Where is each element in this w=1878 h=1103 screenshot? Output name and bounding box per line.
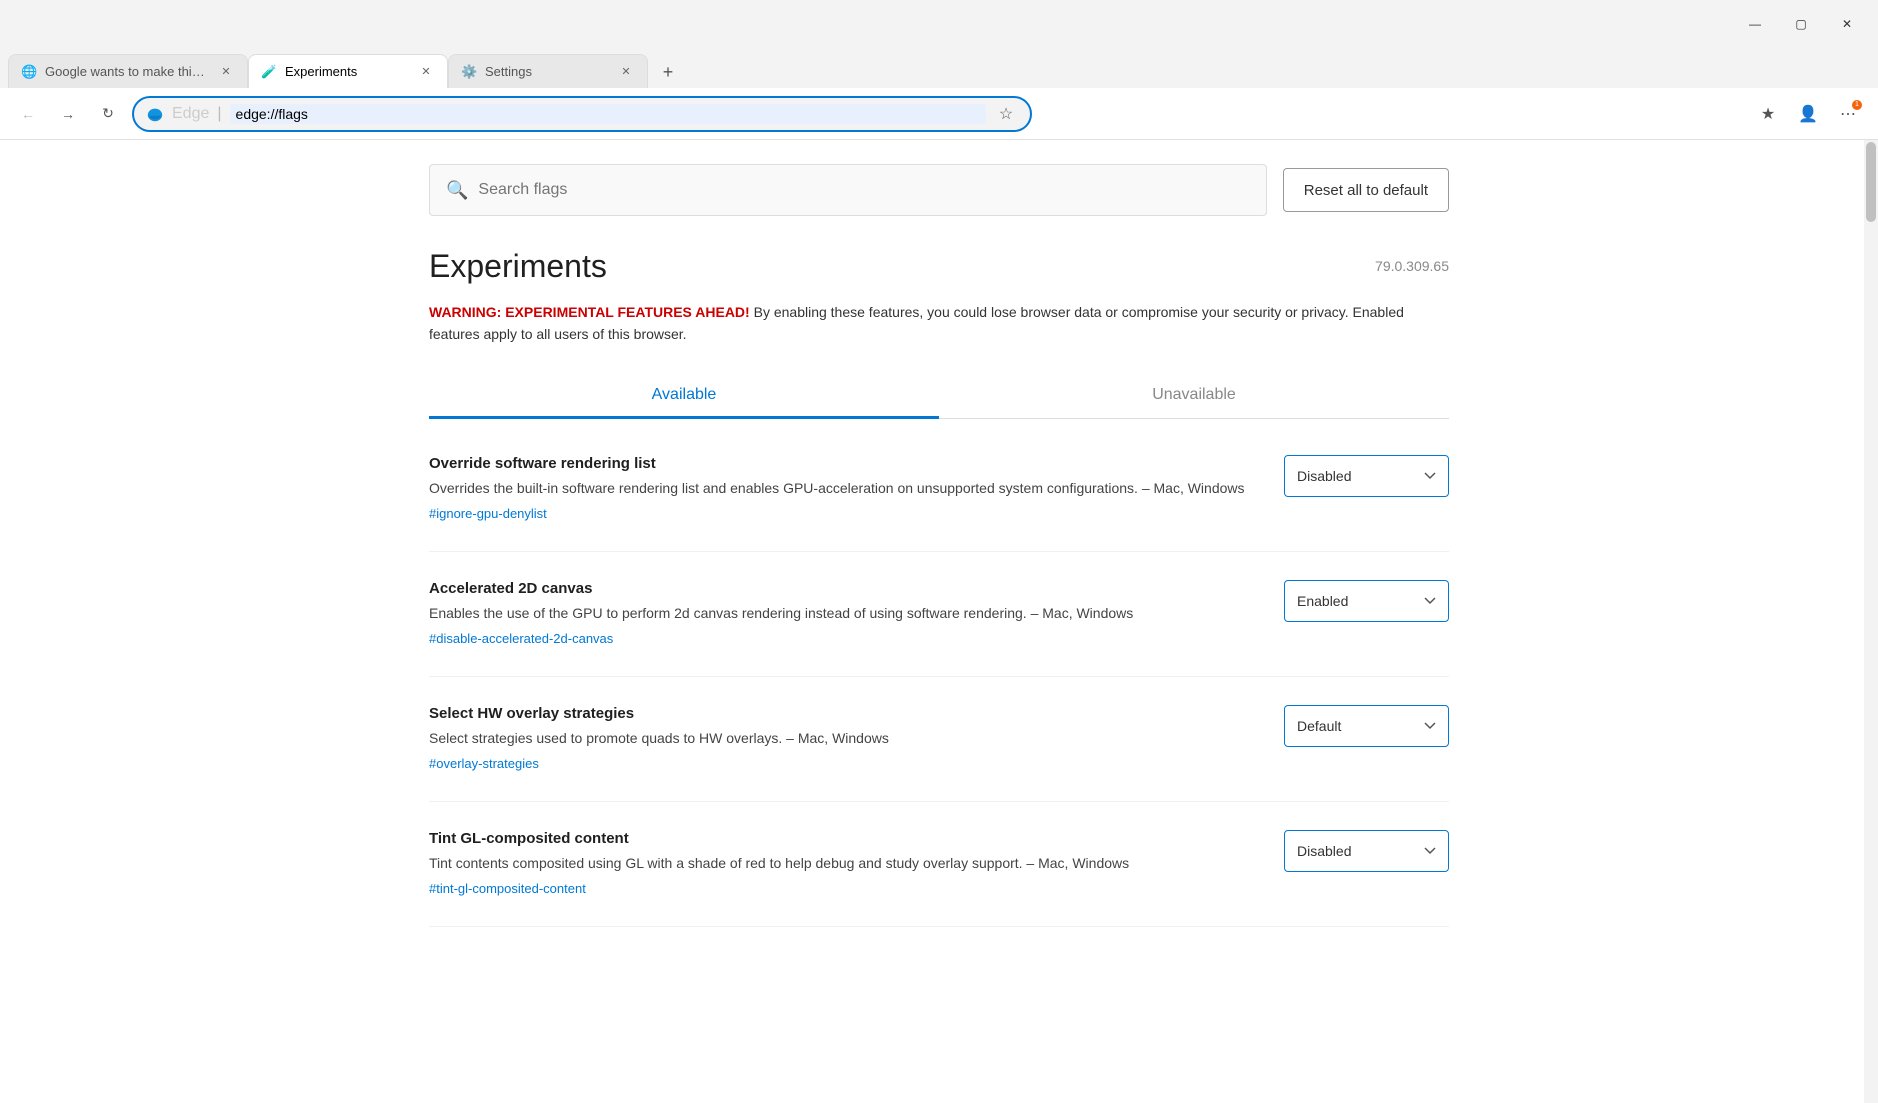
close-button[interactable]: ✕: [1824, 0, 1870, 48]
flag-info: Accelerated 2D canvas Enables the use of…: [429, 580, 1260, 648]
flag-info: Select HW overlay strategies Select stra…: [429, 705, 1260, 773]
tab-bar: 🌐 Google wants to make third-par... ✕ 🧪 …: [0, 48, 1878, 88]
flag-item: Accelerated 2D canvas Enables the use of…: [429, 552, 1449, 677]
flag-select[interactable]: Default Disabled Enabled: [1284, 830, 1449, 872]
back-button[interactable]: ←: [12, 98, 44, 130]
tab-close-experiments[interactable]: ✕: [417, 63, 435, 81]
tab-icon-experiments: 🧪: [261, 64, 277, 80]
tab-close-google[interactable]: ✕: [217, 63, 235, 81]
flag-control: Default Disabled Enabled: [1284, 830, 1449, 872]
flag-select[interactable]: Default Disabled Enabled: [1284, 580, 1449, 622]
flag-link[interactable]: #overlay-strategies: [429, 756, 539, 771]
flag-item: Override software rendering list Overrid…: [429, 427, 1449, 552]
flag-name: Override software rendering list: [429, 455, 1260, 472]
minimize-button[interactable]: —: [1732, 0, 1778, 48]
warning-prefix: WARNING: EXPERIMENTAL FEATURES AHEAD!: [429, 304, 750, 320]
favorites-star-icon[interactable]: ☆: [994, 102, 1018, 126]
flag-item: Tint GL-composited content Tint contents…: [429, 802, 1449, 927]
tabs-row: Available Unavailable: [429, 374, 1449, 419]
flag-desc: Select strategies used to promote quads …: [429, 728, 1260, 749]
address-divider: Edge: [172, 105, 209, 123]
flag-desc: Tint contents composited using GL with a…: [429, 853, 1260, 874]
search-input[interactable]: [478, 181, 1249, 199]
scrollbar-track: [1864, 140, 1878, 1103]
profile-button[interactable]: 👤: [1790, 96, 1826, 132]
flag-control: Default Disabled Enabled: [1284, 705, 1449, 747]
reset-all-button[interactable]: Reset all to default: [1283, 168, 1449, 212]
tab-icon-settings: ⚙️: [461, 64, 477, 80]
search-icon: 🔍: [446, 180, 468, 201]
flag-link[interactable]: #tint-gl-composited-content: [429, 881, 586, 896]
tab-google[interactable]: 🌐 Google wants to make third-par... ✕: [8, 54, 248, 88]
flag-name: Tint GL-composited content: [429, 830, 1260, 847]
flag-select[interactable]: Default Disabled Enabled: [1284, 705, 1449, 747]
flag-control: Default Disabled Enabled: [1284, 580, 1449, 622]
tab-unavailable[interactable]: Unavailable: [939, 374, 1449, 419]
version-text: 79.0.309.65: [1375, 248, 1449, 274]
address-bar[interactable]: Edge | ☆: [132, 96, 1032, 132]
address-pipe: |: [217, 105, 221, 123]
new-tab-button[interactable]: +: [652, 56, 684, 88]
flag-info: Tint GL-composited content Tint contents…: [429, 830, 1260, 898]
flag-select[interactable]: Default Disabled Enabled: [1284, 455, 1449, 497]
notification-badge: 1: [1852, 100, 1862, 110]
address-input[interactable]: [230, 104, 986, 124]
search-bar-wrap: 🔍 Reset all to default: [429, 164, 1449, 216]
flag-desc: Enables the use of the GPU to perform 2d…: [429, 603, 1260, 624]
toolbar-right: ★ 👤 ⋯ 1: [1750, 96, 1866, 132]
scrollbar-thumb[interactable]: [1866, 142, 1876, 222]
warning-text: WARNING: EXPERIMENTAL FEATURES AHEAD! By…: [429, 301, 1449, 346]
tab-available[interactable]: Available: [429, 374, 939, 419]
browser-actions-button[interactable]: ⋯ 1: [1830, 96, 1866, 132]
flags-page: 🔍 Reset all to default Experiments 79.0.…: [389, 140, 1489, 927]
flag-name: Select HW overlay strategies: [429, 705, 1260, 722]
page-header: Experiments 79.0.309.65: [429, 248, 1449, 285]
browser-content: 🔍 Reset all to default Experiments 79.0.…: [0, 140, 1878, 1103]
flag-desc: Overrides the built-in software renderin…: [429, 478, 1260, 499]
flag-name: Accelerated 2D canvas: [429, 580, 1260, 597]
address-bar-area: ← → ↻ Edge | ☆ ★ 👤 ⋯ 1: [0, 88, 1878, 140]
tab-settings[interactable]: ⚙️ Settings ✕: [448, 54, 648, 88]
refresh-button[interactable]: ↻: [92, 98, 124, 130]
title-bar: — ▢ ✕: [0, 0, 1878, 48]
tab-close-settings[interactable]: ✕: [617, 63, 635, 81]
tab-title-google: Google wants to make third-par...: [45, 64, 209, 79]
tab-title-experiments: Experiments: [285, 64, 409, 79]
flag-link[interactable]: #ignore-gpu-denylist: [429, 506, 547, 521]
forward-button[interactable]: →: [52, 98, 84, 130]
flag-control: Default Disabled Enabled: [1284, 455, 1449, 497]
window-controls: — ▢ ✕: [1732, 0, 1870, 48]
flag-list: Override software rendering list Overrid…: [429, 427, 1449, 927]
flag-link[interactable]: #disable-accelerated-2d-canvas: [429, 631, 613, 646]
tab-title-settings: Settings: [485, 64, 609, 79]
tab-experiments[interactable]: 🧪 Experiments ✕: [248, 54, 448, 88]
tab-icon-google: 🌐: [21, 64, 37, 80]
page-title: Experiments: [429, 248, 607, 285]
flag-info: Override software rendering list Overrid…: [429, 455, 1260, 523]
maximize-button[interactable]: ▢: [1778, 0, 1824, 48]
favorites-button[interactable]: ★: [1750, 96, 1786, 132]
search-bar: 🔍: [429, 164, 1267, 216]
flag-item: Select HW overlay strategies Select stra…: [429, 677, 1449, 802]
edge-browser-icon: [146, 105, 164, 123]
